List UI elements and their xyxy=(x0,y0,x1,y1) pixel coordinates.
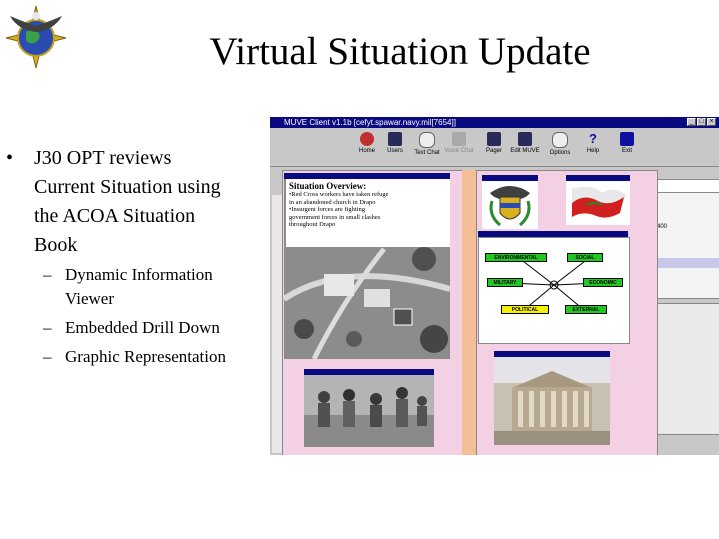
situation-overview-title: Situation Overview: xyxy=(289,181,367,191)
muve-client-window: MUVE Client v1.1b [cefyt.spawar.navy.mil… xyxy=(270,117,719,455)
exit-label: Exit xyxy=(621,148,632,154)
sub-bullet-line: Viewer xyxy=(65,289,115,308)
edit-muve-button[interactable]: Edit MUVE xyxy=(508,132,542,154)
overview-line: in an abandoned church in Drapo xyxy=(289,198,376,206)
window-title: MUVE Client v1.1b [cefyt.spawar.navy.mil… xyxy=(284,118,456,127)
help-label: Help xyxy=(586,148,600,154)
info-pane: 400 xyxy=(650,179,719,299)
overview-line: government forces in small clashes xyxy=(289,213,381,221)
bullet-text-line: Current Situation using xyxy=(34,176,221,198)
situation-overview-box: Situation Overview: •Red Cross workers h… xyxy=(286,179,450,247)
sub-bullet-line: Embedded Drill Down xyxy=(65,318,220,337)
coat-of-arms-image[interactable] xyxy=(482,181,538,229)
main-bullet: • J30 OPT reviews Current Situation usin… xyxy=(6,144,268,260)
pmesii-diagram[interactable]: ENVIRONMENTAL SOCIAL MILITARY ECONOMIC P… xyxy=(478,237,630,344)
options-button[interactable]: Options xyxy=(543,132,577,156)
close-button[interactable]: × xyxy=(707,118,716,126)
bullet-text-line: the ACOA Situation xyxy=(34,205,196,227)
home-icon xyxy=(360,132,374,146)
voice-chat-button[interactable]: Voice Chat xyxy=(442,132,476,154)
options-label: Options xyxy=(549,150,571,156)
sub-bullet: – Graphic Representation xyxy=(43,345,268,369)
users-button[interactable]: Users xyxy=(378,132,412,154)
crowd-photo[interactable] xyxy=(304,375,434,447)
social-node[interactable]: SOCIAL xyxy=(567,253,603,262)
sub-bullet-line: Graphic Representation xyxy=(65,347,226,366)
economic-node[interactable]: ECONOMIC xyxy=(583,278,623,287)
text-chat-button[interactable]: Text Chat xyxy=(410,132,444,156)
text-chat-icon xyxy=(419,132,435,148)
options-icon xyxy=(552,132,568,148)
help-icon: ? xyxy=(589,131,597,146)
political-node[interactable]: POLITICAL xyxy=(501,305,549,314)
bullet-symbol: • xyxy=(6,147,14,169)
overview-line: •Insurgent forces are fighting xyxy=(289,206,365,213)
environmental-node[interactable]: ENVIRONMENTAL xyxy=(485,253,547,262)
military-node[interactable]: MILITARY xyxy=(487,278,523,287)
edit-muve-label: Edit MUVE xyxy=(510,148,540,154)
bullet-text-line: Book xyxy=(34,234,78,256)
info-pane-value: 400 xyxy=(657,224,668,230)
sub-bullet: – Embedded Drill Down xyxy=(43,316,268,340)
sub-bullet-line: Dynamic Information xyxy=(65,265,213,284)
voice-chat-icon xyxy=(452,132,466,146)
edit-muve-icon xyxy=(518,132,532,146)
toolbar: Home Users Text Chat Voice Chat Pager Ed… xyxy=(270,128,719,167)
overview-line: •Red Cross workers have taken refuge xyxy=(289,191,389,198)
info-pane-dropdown[interactable] xyxy=(651,180,719,193)
bullet-text-line: J30 OPT reviews xyxy=(34,147,172,169)
book-spine xyxy=(462,170,476,455)
building-photo[interactable] xyxy=(494,357,610,445)
text-chat-label: Text Chat xyxy=(414,150,440,156)
region-map-image[interactable] xyxy=(566,181,630,225)
sub-bullet-symbol: – xyxy=(43,265,52,284)
bullet-list: • J30 OPT reviews Current Situation usin… xyxy=(6,144,268,369)
slide-title: Virtual Situation Update xyxy=(209,30,591,73)
maximize-button[interactable]: □ xyxy=(697,118,706,126)
minimize-button[interactable]: _ xyxy=(687,118,696,126)
command-seal-logo xyxy=(2,2,70,72)
pager-icon xyxy=(487,132,501,146)
users-label: Users xyxy=(387,148,403,154)
exit-icon xyxy=(620,132,634,146)
window-title-bar: MUVE Client v1.1b [cefyt.spawar.navy.mil… xyxy=(270,117,719,128)
sub-bullet-symbol: – xyxy=(43,347,52,366)
sub-bullet-symbol: – xyxy=(43,318,52,337)
external-node[interactable]: EXTERNAL xyxy=(565,305,607,314)
voice-chat-label: Voice Chat xyxy=(444,148,474,154)
overview-line: throughout Drapo xyxy=(289,221,336,228)
pager-label: Pager xyxy=(485,148,502,154)
pager-button[interactable]: Pager xyxy=(477,132,511,154)
info-pane-selected-row[interactable] xyxy=(651,258,719,268)
exit-button[interactable]: Exit xyxy=(610,132,644,154)
users-icon xyxy=(388,132,402,146)
sub-bullet: – Dynamic Information Viewer xyxy=(43,263,268,311)
help-button[interactable]: ? Help xyxy=(576,131,610,155)
secondary-pane xyxy=(650,303,719,435)
